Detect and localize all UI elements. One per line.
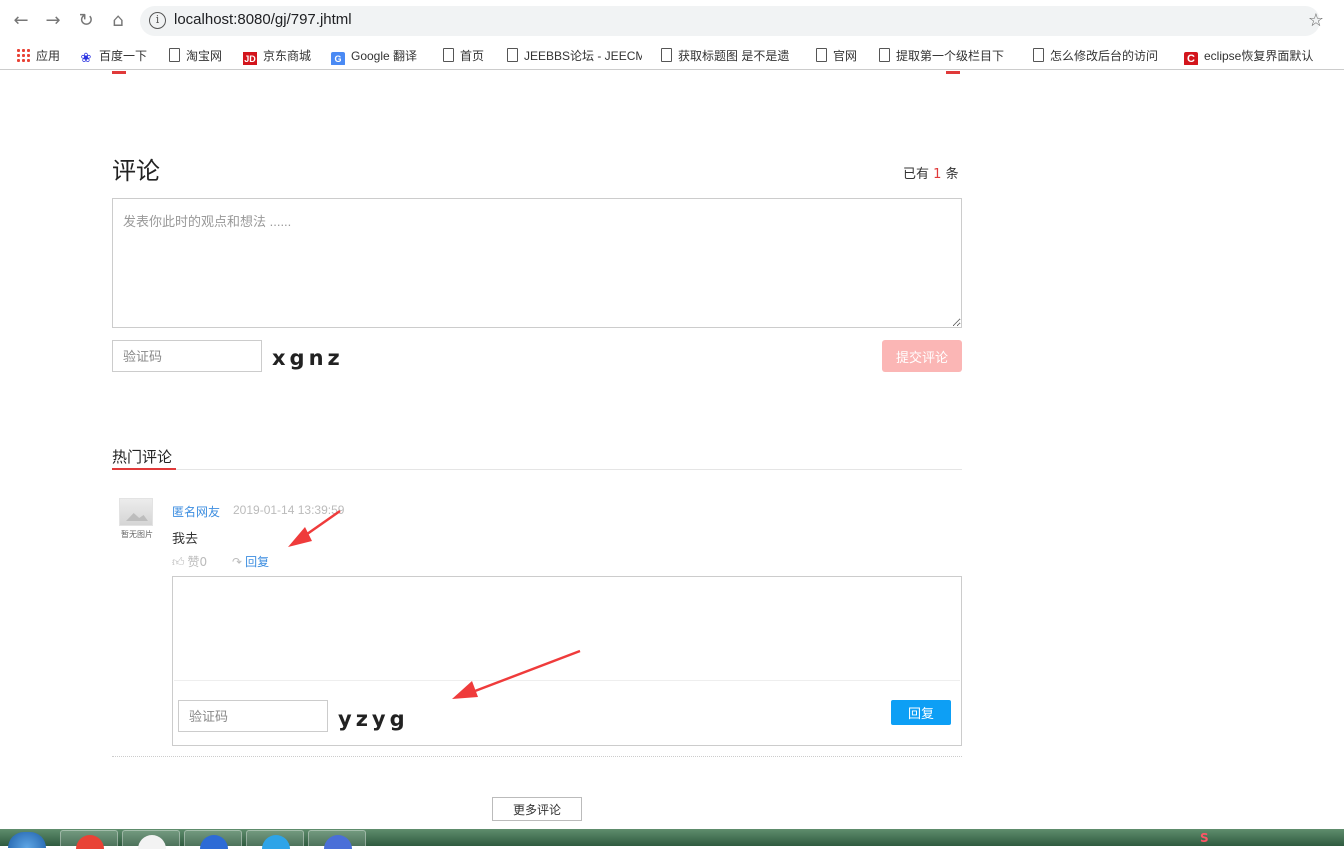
url-text[interactable]: localhost:8080/gj/797.jhtml bbox=[174, 11, 352, 28]
apps-icon bbox=[16, 48, 30, 62]
bookmark-baidu[interactable]: ❀ 百度一下 bbox=[79, 47, 147, 65]
bookmark-first-level[interactable]: 提取第一个级栏目下 bbox=[879, 47, 1014, 65]
page-icon bbox=[816, 48, 827, 62]
bookmark-jeebbs[interactable]: JEEBBS论坛 - JEECM bbox=[507, 47, 642, 65]
captcha-input[interactable] bbox=[112, 340, 262, 372]
bookmark-title-image[interactable]: 获取标题图 是不是遗 bbox=[661, 47, 795, 65]
image-placeholder-icon bbox=[119, 498, 153, 526]
like-button[interactable]: 👍︎ 赞0 bbox=[172, 553, 207, 570]
reply-link[interactable]: ↷ 回复 bbox=[232, 553, 269, 570]
taskbar-ie[interactable] bbox=[246, 830, 304, 849]
bookmark-official-site[interactable]: 官网 bbox=[816, 47, 857, 65]
hot-comments-title: 热门评论 bbox=[112, 448, 173, 466]
chrome-icon bbox=[76, 835, 104, 849]
bookmarks-bar: 应用 ❀ 百度一下 淘宝网 JD 京东商城 G Google 翻译 首页 JEEBBS… bbox=[0, 42, 1344, 70]
info-icon[interactable]: i bbox=[149, 12, 166, 29]
google-translate-icon: G bbox=[331, 52, 345, 65]
page-icon bbox=[443, 48, 454, 62]
reply-submit-button[interactable]: 回复 bbox=[891, 700, 951, 725]
back-arrow-icon[interactable]: ← bbox=[10, 10, 32, 32]
comment-count-number: 1 bbox=[933, 167, 942, 182]
page-icon bbox=[879, 48, 890, 62]
bookmark-eclipse[interactable]: Ceclipse恢复界面默认 bbox=[1184, 47, 1324, 65]
jd-icon: JD bbox=[243, 52, 257, 65]
share-arrow-icon: ↷ bbox=[232, 555, 243, 569]
url-field[interactable]: i localhost:8080/gj/797.jhtml ☆ bbox=[140, 6, 1324, 36]
bookmark-star-icon[interactable]: ☆ bbox=[1308, 10, 1324, 31]
page-icon bbox=[169, 48, 180, 62]
ie-icon bbox=[262, 835, 290, 849]
taskbar: S bbox=[0, 829, 1344, 849]
bookmark-label: 官网 bbox=[833, 49, 858, 63]
captcha-image[interactable]: xgnz bbox=[272, 346, 344, 370]
bookmark-label: 怎么修改后台的访问 bbox=[1050, 49, 1159, 63]
reply-form: yzyg 回复 bbox=[172, 576, 962, 746]
comment-separator bbox=[112, 756, 962, 757]
forward-arrow-icon[interactable]: → bbox=[42, 10, 64, 32]
address-bar: ← → ↻ ⌂ i localhost:8080/gj/797.jhtml ☆ bbox=[0, 0, 1344, 42]
reply-captcha-image[interactable]: yzyg bbox=[338, 707, 409, 731]
bookmark-backend-access[interactable]: 怎么修改后台的访问 bbox=[1033, 47, 1167, 65]
bookmark-label: 京东商城 bbox=[263, 49, 312, 63]
hot-comments-divider bbox=[112, 469, 962, 470]
page-icon bbox=[507, 48, 518, 62]
more-comments-button[interactable]: 更多评论 bbox=[492, 797, 582, 821]
avatar: 暂无图片 bbox=[116, 496, 158, 544]
page-icon bbox=[1033, 48, 1044, 62]
bookmark-apps[interactable]: 应用 bbox=[16, 47, 60, 65]
taskbar-app[interactable] bbox=[122, 830, 180, 849]
bookmark-label: 首页 bbox=[460, 49, 485, 63]
taskbar-app[interactable] bbox=[308, 830, 366, 849]
reply-captcha-input[interactable] bbox=[178, 700, 328, 732]
eclipse-icon bbox=[324, 835, 352, 849]
bookmark-label: JEEBBS论坛 - JEECM bbox=[524, 49, 642, 63]
baidu-icon: ❀ bbox=[80, 50, 92, 65]
submit-comment-button[interactable]: 提交评论 bbox=[882, 340, 962, 372]
bookmark-jd[interactable]: JD 京东商城 bbox=[243, 47, 311, 65]
top-red-mark bbox=[946, 71, 960, 74]
bookmark-google-translate[interactable]: G Google 翻译 bbox=[331, 47, 417, 65]
bookmark-label: 提取第一个级栏目下 bbox=[896, 49, 1005, 63]
tray-icon[interactable]: S bbox=[1200, 831, 1216, 846]
reload-icon[interactable]: ↻ bbox=[75, 10, 97, 32]
bookmark-label: 百度一下 bbox=[99, 49, 148, 63]
shield-icon bbox=[200, 835, 228, 849]
bookmark-label: 淘宝网 bbox=[186, 49, 223, 63]
home-icon[interactable]: ⌂ bbox=[107, 10, 129, 32]
comment-textarea[interactable] bbox=[112, 198, 962, 328]
comment-text: 我去 bbox=[172, 532, 199, 547]
comment-timestamp: 2019-01-14 13:39:59 bbox=[233, 503, 345, 517]
c-icon: C bbox=[1184, 52, 1198, 65]
bookmark-label: 获取标题图 是不是遗 bbox=[678, 49, 790, 63]
bookmark-taobao[interactable]: 淘宝网 bbox=[169, 47, 222, 65]
app-icon bbox=[138, 835, 166, 849]
hot-comments-underline bbox=[112, 468, 176, 470]
top-red-mark bbox=[112, 71, 126, 74]
thumbs-up-icon: 👍︎ bbox=[172, 555, 185, 569]
bookmark-home[interactable]: 首页 bbox=[443, 47, 484, 65]
reply-textarea[interactable] bbox=[174, 578, 960, 681]
bookmark-label: 应用 bbox=[36, 49, 61, 63]
comment-count: 已有 1 条 bbox=[903, 167, 959, 182]
page-icon bbox=[661, 48, 672, 62]
comment-username[interactable]: 匿名网友 bbox=[172, 503, 220, 520]
bookmark-label: Google 翻译 bbox=[351, 49, 418, 63]
bookmark-label: eclipse恢复界面默认 bbox=[1204, 49, 1314, 63]
avatar-caption: 暂无图片 bbox=[121, 530, 153, 539]
taskbar-chrome[interactable] bbox=[60, 830, 118, 849]
page-content: 评论 已有 1 条 xgnz 提交评论 热门评论 暂无图片 匿名网友 2019-… bbox=[0, 71, 1344, 829]
comment-section-title: 评论 bbox=[112, 157, 160, 185]
taskbar-app[interactable] bbox=[184, 830, 242, 849]
